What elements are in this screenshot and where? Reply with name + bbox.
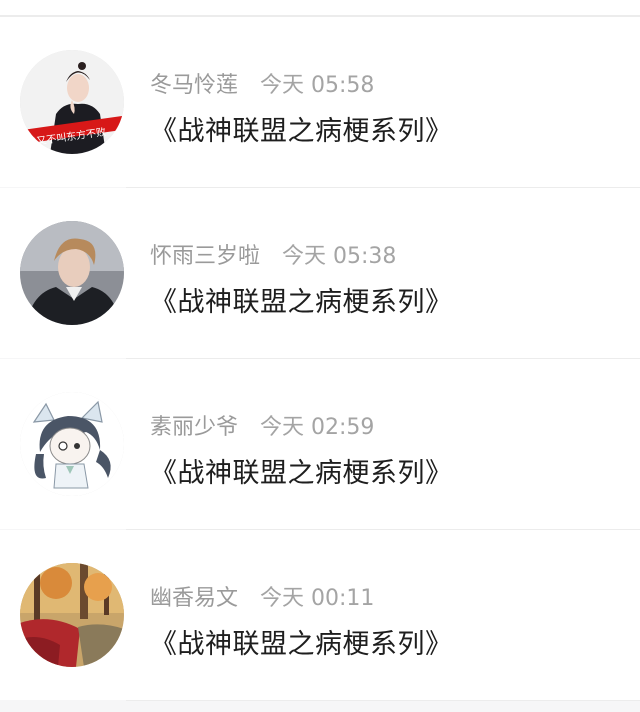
message-meta: 素丽少爷 今天 02:59: [150, 409, 374, 441]
message-title[interactable]: 《战神联盟之病梗系列》: [150, 280, 453, 319]
list-item[interactable]: 怀雨三岁啦 今天 05:38 《战神联盟之病梗系列》: [0, 188, 640, 359]
timestamp: 今天 05:58: [260, 73, 375, 98]
list-item[interactable]: 素丽少爷 今天 02:59 《战神联盟之病梗系列》: [0, 359, 640, 530]
message-meta: 冬马怜莲 今天 05:58: [150, 67, 374, 99]
author-name[interactable]: 素丽少爷: [150, 415, 238, 440]
author-name[interactable]: 幽香易文: [150, 586, 238, 611]
svg-text:我又不叫东方不败: 我又不叫东方不败: [26, 125, 107, 149]
avatar[interactable]: [20, 221, 124, 325]
message-title[interactable]: 《战神联盟之病梗系列》: [150, 622, 453, 661]
man-portrait-icon: [20, 221, 124, 325]
avatar[interactable]: 我又不叫东方不败: [20, 50, 124, 154]
top-bar-edge: [0, 0, 640, 17]
anime-cat-icon: [20, 392, 124, 496]
avatar[interactable]: [20, 392, 124, 496]
timestamp: 今天 05:38: [282, 244, 397, 269]
message-title[interactable]: 《战神联盟之病梗系列》: [150, 451, 453, 490]
message-meta: 幽香易文 今天 00:11: [150, 580, 374, 612]
author-name[interactable]: 怀雨三岁啦: [150, 244, 260, 269]
message-list: 我又不叫东方不败 冬马怜莲 今天 05:58 《战神联盟之病梗系列》 怀雨三岁啦…: [0, 17, 640, 701]
list-item[interactable]: 我又不叫东方不败 冬马怜莲 今天 05:58 《战神联盟之病梗系列》: [0, 17, 640, 188]
avatar[interactable]: [20, 563, 124, 667]
list-item[interactable]: 幽香易文 今天 00:11 《战神联盟之病梗系列》: [0, 530, 640, 701]
timestamp: 今天 02:59: [260, 415, 375, 440]
message-meta: 怀雨三岁啦 今天 05:38: [150, 238, 396, 270]
avatar-banner: 我又不叫东方不败: [26, 125, 107, 149]
autumn-forest-icon: [20, 563, 124, 667]
message-list-screen: 我又不叫东方不败 冬马怜莲 今天 05:58 《战神联盟之病梗系列》 怀雨三岁啦…: [0, 0, 640, 712]
author-name[interactable]: 冬马怜莲: [150, 73, 238, 98]
timestamp: 今天 00:11: [260, 586, 375, 611]
message-title[interactable]: 《战神联盟之病梗系列》: [150, 109, 453, 148]
